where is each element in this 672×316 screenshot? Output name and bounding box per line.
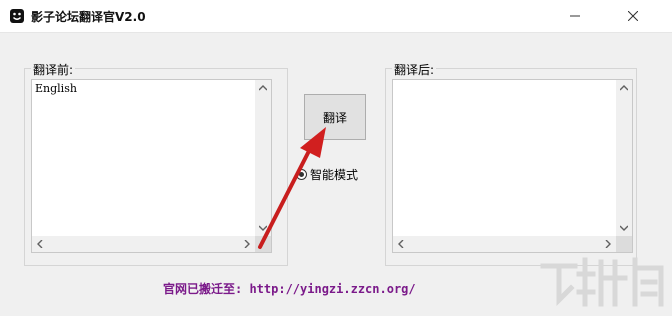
source-horizontal-scrollbar[interactable] bbox=[32, 236, 255, 252]
smart-mode-option[interactable]: 智能模式 bbox=[296, 166, 358, 182]
smiley-app-icon bbox=[10, 9, 24, 23]
minimize-button[interactable] bbox=[552, 0, 598, 32]
result-textarea[interactable] bbox=[392, 79, 633, 253]
watermark-logo bbox=[540, 257, 664, 307]
translate-button[interactable]: 翻译 bbox=[304, 94, 366, 140]
smart-mode-label: 智能模式 bbox=[310, 167, 359, 182]
scrollbar-corner bbox=[255, 236, 271, 252]
close-button[interactable] bbox=[610, 0, 656, 32]
scroll-left-icon[interactable] bbox=[393, 236, 409, 252]
scroll-up-icon[interactable] bbox=[616, 80, 632, 96]
scroll-up-icon[interactable] bbox=[255, 80, 271, 96]
title-bar: 影子论坛翻译官V2.0 bbox=[0, 0, 672, 33]
scroll-down-icon[interactable] bbox=[616, 220, 632, 236]
close-icon bbox=[628, 11, 638, 21]
source-textarea[interactable]: English bbox=[31, 79, 272, 253]
website-notice[interactable]: 官网已搬迁至: http://yingzi.zzcn.org/ bbox=[163, 280, 416, 297]
result-vertical-scrollbar[interactable] bbox=[616, 80, 632, 236]
radio-selected-dot bbox=[299, 171, 304, 177]
app-window: 影子论坛翻译官V2.0 翻译前: English 翻译 智能模式 翻译后: 官网… bbox=[0, 0, 672, 316]
source-vertical-scrollbar[interactable] bbox=[255, 80, 271, 236]
source-label: 翻译前: bbox=[31, 61, 76, 78]
result-label: 翻译后: bbox=[392, 61, 437, 78]
scroll-down-icon[interactable] bbox=[255, 220, 271, 236]
scroll-right-icon[interactable] bbox=[239, 236, 255, 252]
smart-mode-radio[interactable] bbox=[296, 168, 307, 180]
scroll-left-icon[interactable] bbox=[32, 236, 48, 252]
window-title: 影子论坛翻译官V2.0 bbox=[31, 10, 146, 24]
source-text: English bbox=[35, 82, 77, 95]
minimize-icon bbox=[570, 15, 580, 17]
